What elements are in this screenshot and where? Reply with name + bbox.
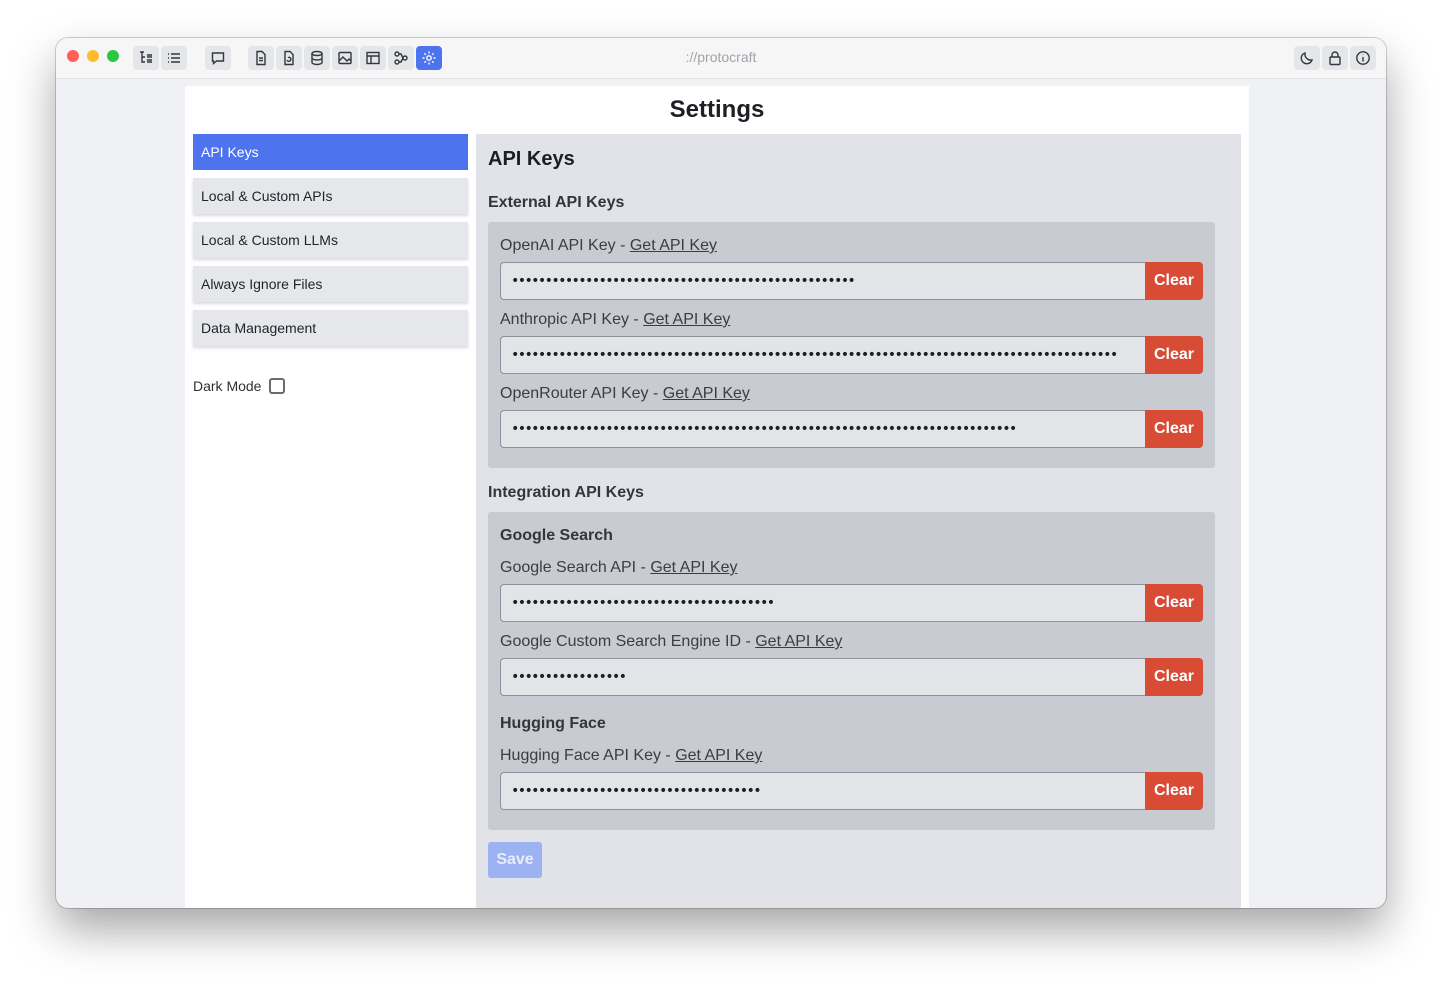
google-cse-id-label: Google Custom Search Engine ID - Get API… [500,633,843,650]
google-cse-id-field: ••••••••••••••••• Clear [500,658,1203,696]
lock-icon [1329,51,1341,66]
dark-mode-setting: Dark Mode [193,378,286,394]
settings-panel: Settings API Keys Local & Custom APIs Lo… [185,86,1249,908]
google-search-key-input[interactable]: ••••••••••••••••••••••••••••••••••••••• [500,584,1145,622]
openrouter-get-key-link[interactable]: Get API Key [663,385,750,402]
openrouter-key-input[interactable]: ••••••••••••••••••••••••••••••••••••••••… [500,410,1145,448]
google-cse-get-key-link[interactable]: Get API Key [755,633,842,650]
hugging-face-clear-button[interactable]: Clear [1145,772,1203,810]
anthropic-key-field: ••••••••••••••••••••••••••••••••••••••••… [500,336,1203,374]
openai-key-label: OpenAI API Key - Get API Key [500,237,717,254]
dark-mode-toggle-button[interactable] [1294,46,1320,70]
api-keys-content: API Keys External API Keys OpenAI API Ke… [476,134,1241,908]
address-text: ://protocraft [685,49,757,65]
nav-item-local-custom-llms[interactable]: Local & Custom LLMs [193,222,468,258]
nav-item-local-custom-apis[interactable]: Local & Custom APIs [193,178,468,214]
moon-icon [1300,51,1314,65]
hugging-face-key-field: ••••••••••••••••••••••••••••••••••••• Cl… [500,772,1203,810]
title-bar: ://protocraft [56,38,1386,79]
google-search-key-label: Google Search API - Get API Key [500,559,738,576]
anthropic-clear-button[interactable]: Clear [1145,336,1203,374]
nav-item-api-keys[interactable]: API Keys [193,134,468,170]
nav-item-always-ignore-files[interactable]: Always Ignore Files [193,266,468,302]
openai-key-field: ••••••••••••••••••••••••••••••••••••••••… [500,262,1203,300]
google-search-heading: Google Search [500,527,613,544]
lock-button[interactable] [1322,46,1348,70]
anthropic-key-input[interactable]: ••••••••••••••••••••••••••••••••••••••••… [500,336,1145,374]
info-button[interactable] [1350,46,1376,70]
openrouter-key-field: ••••••••••••••••••••••••••••••••••••••••… [500,410,1203,448]
openai-clear-button[interactable]: Clear [1145,262,1203,300]
nav-item-data-management[interactable]: Data Management [193,310,468,346]
page-title: Settings [669,96,765,123]
google-search-key-field: ••••••••••••••••••••••••••••••••••••••• … [500,584,1203,622]
dark-mode-label: Dark Mode [193,378,262,394]
openrouter-clear-button[interactable]: Clear [1145,410,1203,448]
hugging-face-key-label: Hugging Face API Key - Get API Key [500,747,763,764]
openrouter-key-label: OpenRouter API Key - Get API Key [500,385,750,402]
dark-mode-checkbox[interactable] [269,378,286,394]
app-window: ://protocraft Settings API Keys Local & … [56,38,1386,908]
openai-key-input[interactable]: ••••••••••••••••••••••••••••••••••••••••… [500,262,1145,300]
integration-api-keys-heading: Integration API Keys [488,484,644,501]
hugging-face-key-input[interactable]: ••••••••••••••••••••••••••••••••••••• [500,772,1145,810]
anthropic-get-key-link[interactable]: Get API Key [643,311,730,328]
google-search-clear-button[interactable]: Clear [1145,584,1203,622]
external-keys-card: OpenAI API Key - Get API Key •••••••••••… [488,222,1215,468]
section-title: API Keys [488,148,575,170]
info-icon [1356,51,1370,65]
anthropic-key-label: Anthropic API Key - Get API Key [500,311,731,328]
integration-keys-card: Google Search Google Search API - Get AP… [488,512,1215,830]
google-search-get-key-link[interactable]: Get API Key [650,559,737,576]
google-cse-id-input[interactable]: ••••••••••••••••• [500,658,1145,696]
hugging-face-get-key-link[interactable]: Get API Key [675,747,762,764]
google-cse-clear-button[interactable]: Clear [1145,658,1203,696]
external-api-keys-heading: External API Keys [488,194,625,211]
save-button[interactable]: Save [488,842,542,878]
openai-get-key-link[interactable]: Get API Key [630,237,717,254]
hugging-face-heading: Hugging Face [500,715,606,732]
